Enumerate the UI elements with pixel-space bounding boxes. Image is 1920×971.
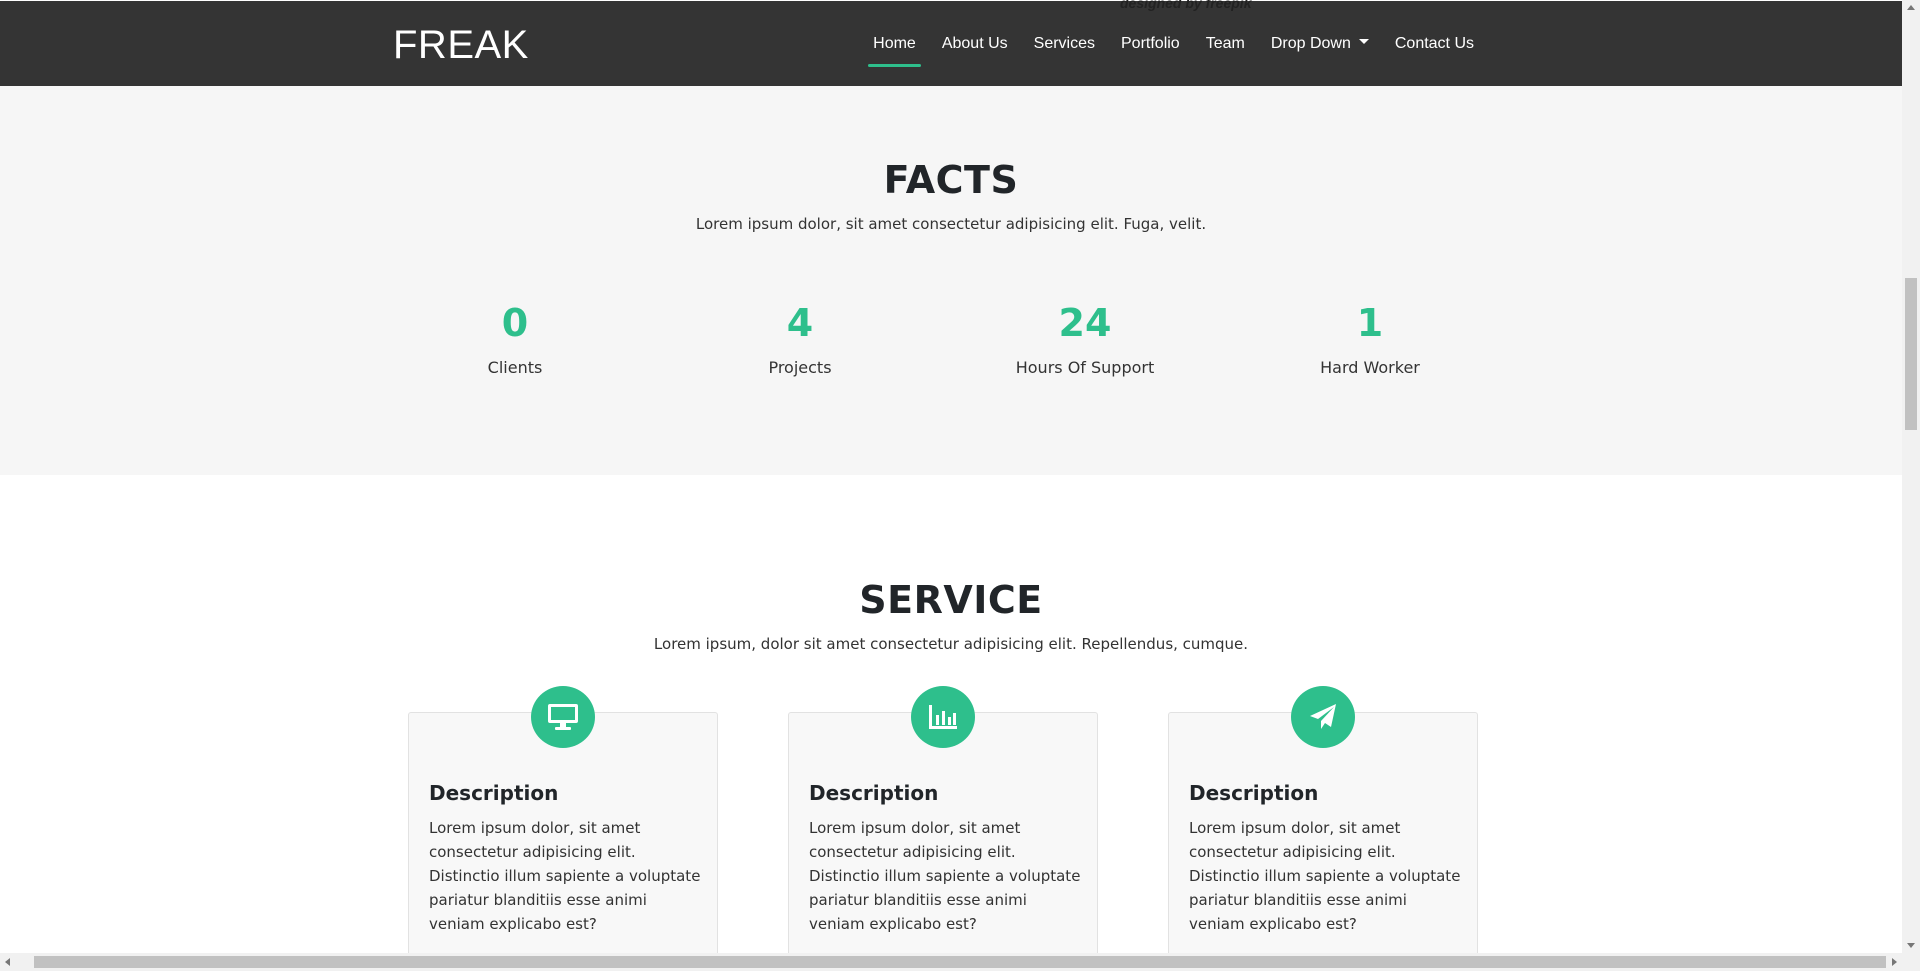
service-section: SERVICE Lorem ipsum, dolor sit amet cons… (0, 475, 1902, 953)
facts-section: FACTS Lorem ipsum dolor, sit amet consec… (0, 86, 1902, 475)
service-card: Description Lorem ipsum dolor, sit amet … (408, 686, 718, 953)
card-title: Description (429, 781, 559, 805)
nav-item-portfolio[interactable]: Portfolio (1108, 31, 1193, 67)
card-text: Lorem ipsum dolor, sit amet consectetur … (809, 819, 1081, 933)
fact-value: 1 (1356, 301, 1384, 345)
nav-item-home[interactable]: Home (860, 31, 929, 67)
vertical-scroll-thumb[interactable] (1905, 278, 1917, 430)
chart-bar-icon (911, 686, 975, 748)
nav-links: Home About Us Services Portfolio Team Dr… (860, 31, 1487, 67)
nav-item-label: Services (1033, 35, 1095, 52)
card-title: Description (1189, 781, 1319, 805)
desktop-icon (531, 686, 595, 748)
fact-clients: 0 Clients (385, 304, 645, 377)
card-title: Description (809, 781, 939, 805)
service-subtitle: Lorem ipsum, dolor sit amet consectetur … (653, 635, 1249, 653)
paper-plane-icon (1291, 686, 1355, 748)
fact-value: 24 (1058, 301, 1112, 345)
fact-hours-of-support: 24 Hours Of Support (955, 304, 1215, 377)
scroll-left-arrow-icon[interactable] (5, 958, 10, 966)
page: designed by freepik FREAK Home About Us … (0, 0, 1902, 953)
scroll-up-arrow-icon[interactable] (1907, 5, 1915, 10)
nav-item-team[interactable]: Team (1193, 31, 1258, 67)
fact-label: Hours Of Support (1015, 358, 1155, 377)
scroll-down-arrow-icon[interactable] (1907, 943, 1915, 948)
caret-down-icon (1358, 39, 1369, 45)
nav-item-label: Home (873, 35, 916, 52)
nav-item-label: Team (1205, 35, 1245, 52)
fact-hard-worker: 1 Hard Worker (1240, 304, 1500, 377)
scroll-right-arrow-icon[interactable] (1892, 958, 1897, 966)
nav-item-contact-us[interactable]: Contact Us (1382, 31, 1487, 67)
brand-logo[interactable]: FREAK (393, 23, 529, 68)
fact-value: 4 (786, 301, 814, 345)
fact-label: Hard Worker (1320, 358, 1420, 377)
horizontal-scroll-thumb[interactable] (34, 956, 1886, 968)
fact-label: Projects (768, 358, 832, 377)
nav-item-services[interactable]: Services (1021, 31, 1108, 67)
navbar: designed by freepik FREAK Home About Us … (0, 0, 1902, 86)
horizontal-scrollbar[interactable] (0, 953, 1920, 971)
facts-subtitle: Lorem ipsum dolor, sit amet consectetur … (695, 215, 1207, 233)
card-text: Lorem ipsum dolor, sit amet consectetur … (429, 819, 701, 933)
card-text: Lorem ipsum dolor, sit amet consectetur … (1189, 819, 1461, 933)
service-title: SERVICE (859, 578, 1043, 622)
nav-item-label: Portfolio (1121, 35, 1180, 52)
nav-item-drop-down[interactable]: Drop Down (1258, 31, 1382, 67)
service-card: Description Lorem ipsum dolor, sit amet … (1168, 686, 1478, 953)
vertical-scrollbar[interactable] (1902, 0, 1920, 953)
nav-item-label: Drop Down (1270, 35, 1351, 52)
fact-label: Clients (487, 358, 543, 377)
fact-projects: 4 Projects (670, 304, 930, 377)
designer-watermark: designed by freepik (1120, 0, 1252, 11)
facts-title: FACTS (883, 158, 1019, 202)
nav-item-label: About Us (941, 35, 1008, 52)
nav-item-about-us[interactable]: About Us (929, 31, 1021, 67)
fact-value: 0 (501, 301, 529, 345)
service-card: Description Lorem ipsum dolor, sit amet … (788, 686, 1098, 953)
nav-item-label: Contact Us (1394, 35, 1474, 52)
